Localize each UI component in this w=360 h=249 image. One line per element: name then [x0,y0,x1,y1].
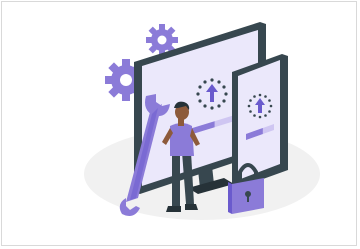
image-frame [1,1,357,246]
update-illustration [84,22,320,220]
